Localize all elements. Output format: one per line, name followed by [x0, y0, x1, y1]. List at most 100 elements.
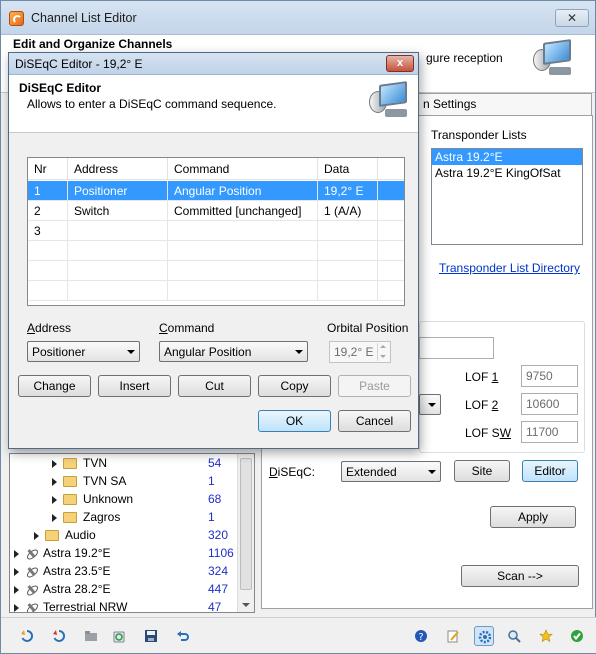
- table-row[interactable]: 1 Positioner Angular Position 19,2° E: [28, 181, 404, 201]
- main-header-title: Edit and Organize Channels: [13, 37, 173, 51]
- transponder-list[interactable]: Astra 19.2°E Astra 19.2°E KingOfSat: [431, 148, 583, 245]
- table-row[interactable]: 2 Switch Committed [unchanged] 1 (A/A): [28, 201, 404, 221]
- tab-settings-label: n Settings: [423, 97, 477, 111]
- copy-button[interactable]: Copy: [258, 375, 331, 397]
- cell-data: 1 (A/A): [318, 201, 378, 221]
- lof2-field[interactable]: 10600: [521, 393, 578, 415]
- tree-scrollbar[interactable]: [237, 454, 254, 612]
- favorite-star-icon[interactable]: [536, 626, 556, 646]
- tree-item[interactable]: Audio: [34, 526, 96, 544]
- expand-arrow-icon[interactable]: [52, 513, 57, 522]
- column-header[interactable]: Command: [168, 158, 318, 180]
- tree-item[interactable]: Terrestrial NRW: [14, 598, 127, 612]
- diseqc-combo[interactable]: Extended: [341, 461, 441, 482]
- folder-icon: [63, 458, 77, 470]
- scrollbar-thumb[interactable]: [240, 458, 252, 590]
- expand-arrow-icon[interactable]: [34, 531, 39, 540]
- tree-item[interactable]: TVN: [52, 454, 107, 472]
- satellite-dish-icon: [25, 565, 38, 578]
- cut-button[interactable]: Cut: [178, 375, 251, 397]
- address-combo[interactable]: Positioner: [27, 341, 140, 362]
- orbital-position-field[interactable]: 19,2° E: [329, 341, 391, 363]
- dialog-close-button[interactable]: x: [386, 55, 414, 72]
- table-row[interactable]: 3: [28, 221, 404, 241]
- site-button[interactable]: Site: [454, 460, 510, 482]
- satellite-dish-icon: [25, 547, 38, 560]
- lnb-type-combo[interactable]: [419, 394, 441, 415]
- column-header[interactable]: Data: [318, 158, 378, 180]
- tree-item-count: 68: [208, 492, 222, 506]
- cancel-button[interactable]: Cancel: [338, 410, 411, 432]
- command-combo[interactable]: Angular Position: [159, 341, 308, 362]
- scan-button[interactable]: Scan -->: [461, 565, 579, 587]
- folder-icon: [63, 476, 77, 488]
- expand-arrow-icon[interactable]: [14, 603, 19, 612]
- channel-tree[interactable]: TVN 54 TVN SA 1 Unknown 68 Zagros 1 Audi…: [9, 453, 255, 613]
- bottom-toolbar: ?: [1, 617, 596, 653]
- table-row[interactable]: [28, 241, 404, 261]
- expand-arrow-icon[interactable]: [14, 567, 19, 576]
- cell-nr: 3: [28, 221, 68, 241]
- transponder-list-item[interactable]: Astra 19.2°E: [432, 149, 582, 165]
- tree-item[interactable]: TVN SA: [52, 472, 126, 490]
- edit-icon[interactable]: [443, 626, 463, 646]
- expand-arrow-icon[interactable]: [14, 585, 19, 594]
- cell-command: Committed [unchanged]: [168, 201, 318, 221]
- editor-button[interactable]: Editor: [522, 460, 578, 482]
- folder-icon: [63, 494, 77, 506]
- cell-address: [68, 221, 168, 241]
- ok-button[interactable]: OK: [258, 410, 331, 432]
- expand-arrow-icon[interactable]: [52, 477, 57, 486]
- satellite-monitor-icon: [533, 39, 575, 79]
- transponder-list-item[interactable]: Astra 19.2°E KingOfSat: [432, 165, 582, 181]
- lofsw-label: LOF SW: [465, 426, 512, 440]
- spin-down-arrow-icon[interactable]: [377, 352, 389, 361]
- tree-item-count: 47: [208, 600, 222, 613]
- expand-arrow-icon[interactable]: [14, 549, 19, 558]
- main-close-button[interactable]: ✕: [555, 9, 589, 27]
- recycle-icon[interactable]: [109, 626, 129, 646]
- settings-icon[interactable]: [474, 626, 494, 646]
- change-button[interactable]: Change: [18, 375, 91, 397]
- tab-settings[interactable]: n Settings: [416, 93, 592, 115]
- refresh-alt-icon[interactable]: [49, 626, 69, 646]
- dialog-description: Allows to enter a DiSEqC command sequenc…: [27, 97, 277, 111]
- help-icon[interactable]: ?: [411, 626, 431, 646]
- table-row[interactable]: [28, 261, 404, 281]
- command-sequence-table[interactable]: Nr Address Command Data 1 Positioner Ang…: [27, 157, 405, 306]
- refresh-icon[interactable]: [17, 626, 37, 646]
- tree-item[interactable]: Astra 28.2°E: [14, 580, 111, 598]
- dialog-header: DiSEqC Editor Allows to enter a DiSEqC c…: [9, 75, 418, 133]
- satellite-dish-icon: [25, 583, 38, 596]
- column-header[interactable]: Address: [68, 158, 168, 180]
- paste-button[interactable]: Paste: [338, 375, 411, 397]
- expand-arrow-icon[interactable]: [52, 495, 57, 504]
- expand-arrow-icon[interactable]: [52, 459, 57, 468]
- tree-item-count: 54: [208, 456, 222, 470]
- cell-nr: 1: [28, 181, 68, 201]
- orbital-position-label: Orbital Position: [327, 321, 409, 335]
- search-icon[interactable]: [504, 626, 524, 646]
- tree-item[interactable]: Zagros: [52, 508, 120, 526]
- column-header[interactable]: Nr: [28, 158, 68, 180]
- table-row[interactable]: [28, 281, 404, 301]
- tree-item[interactable]: Unknown: [52, 490, 133, 508]
- ok-check-icon[interactable]: [567, 626, 587, 646]
- scroll-down-arrow-icon[interactable]: [242, 603, 250, 607]
- satellite-name-field[interactable]: [419, 337, 494, 359]
- folder-icon[interactable]: [81, 626, 101, 646]
- lof2-label: LOF 2: [465, 398, 499, 412]
- cell-data: [318, 221, 378, 241]
- tree-item[interactable]: Astra 23.5°E: [14, 562, 111, 580]
- tree-item-count: 320: [208, 528, 229, 542]
- lof1-label: LOF 1: [465, 370, 499, 384]
- spin-up-arrow-icon[interactable]: [377, 343, 389, 352]
- undo-icon[interactable]: [173, 626, 193, 646]
- apply-button[interactable]: Apply: [490, 506, 576, 528]
- tree-item[interactable]: Astra 19.2°E: [14, 544, 111, 562]
- lof1-field[interactable]: 9750: [521, 365, 578, 387]
- save-icon[interactable]: [141, 626, 161, 646]
- transponder-directory-link[interactable]: Transponder List Directory: [439, 261, 580, 275]
- insert-button[interactable]: Insert: [98, 375, 171, 397]
- lofsw-field[interactable]: 11700: [521, 421, 578, 443]
